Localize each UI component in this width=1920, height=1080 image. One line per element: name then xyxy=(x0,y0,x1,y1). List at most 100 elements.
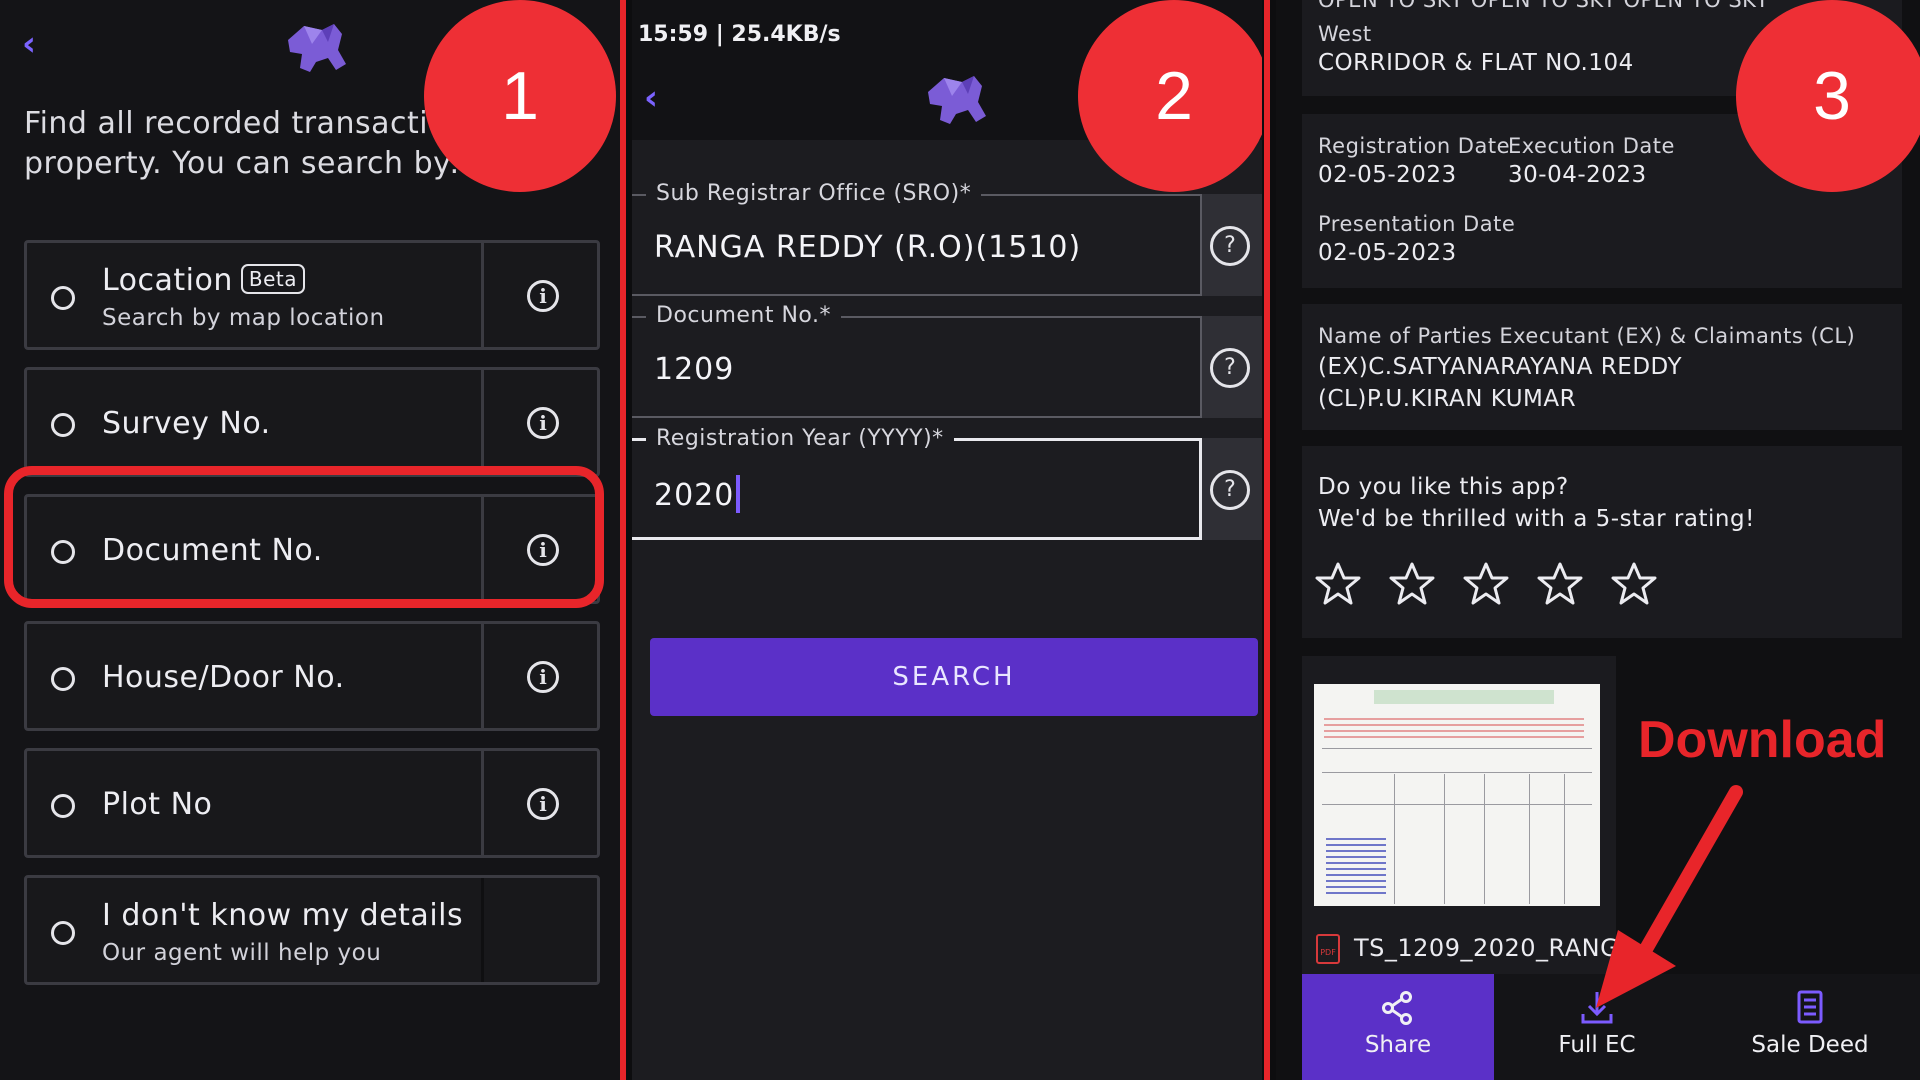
option-location-sub: Search by map location xyxy=(102,305,385,331)
elephant-logo-icon xyxy=(928,76,986,124)
registration-year-field[interactable]: Registration Year (YYYY)* 2020 xyxy=(632,426,1202,540)
divider xyxy=(481,370,484,474)
divider xyxy=(481,243,484,347)
thumbnail-line xyxy=(1322,748,1592,749)
option-house-door-no[interactable]: House/Door No. i xyxy=(24,621,600,731)
back-arrow-icon[interactable]: ‹ xyxy=(644,78,658,118)
divider xyxy=(620,0,626,1080)
status-bar-time: 15:59 | 25.4KB/s xyxy=(638,22,841,47)
document-no-label: Document No.* xyxy=(646,303,841,328)
thumbnail-column xyxy=(1444,774,1445,904)
parties-label: Name of Parties Executant (EX) & Claiman… xyxy=(1318,324,1856,348)
option-location-label: Location Beta xyxy=(102,263,306,298)
back-arrow-icon[interactable]: ‹ xyxy=(22,24,36,64)
document-icon xyxy=(1797,990,1823,1024)
info-icon[interactable]: i xyxy=(527,280,559,312)
execution-date-label: Execution Date xyxy=(1508,134,1675,158)
highlight-box xyxy=(4,466,604,608)
thumbnail-column xyxy=(1394,774,1395,904)
registration-year-help[interactable]: ? xyxy=(1202,438,1262,540)
thumbnail-column xyxy=(1529,774,1530,904)
address-line-2: CORRIDOR & FLAT NO.104 xyxy=(1318,50,1634,76)
full-ec-label: Full EC xyxy=(1558,1032,1636,1058)
step-badge-2: 2 xyxy=(1078,0,1262,192)
red-arrow-icon xyxy=(1596,785,1743,1008)
option-plot-label: Plot No xyxy=(102,787,213,822)
download-annotation: Download xyxy=(1638,711,1887,769)
party-executant: (EX)C.SATYANARAYANA REDDY xyxy=(1318,354,1683,380)
radio-agent-help[interactable] xyxy=(51,921,75,945)
info-icon[interactable]: i xyxy=(527,788,559,820)
divider xyxy=(1264,0,1270,1080)
thumbnail-blue-text xyxy=(1326,834,1386,894)
option-plot-no[interactable]: Plot No i xyxy=(24,748,600,858)
registration-date-label: Registration Date xyxy=(1318,134,1511,158)
share-icon xyxy=(1382,991,1412,1025)
sro-field[interactable]: Sub Registrar Office (SRO)* RANGA REDDY … xyxy=(632,181,1202,296)
radio-location[interactable] xyxy=(51,286,75,310)
option-location[interactable]: Location Beta Search by map location i xyxy=(24,240,600,350)
radio-house-door-no[interactable] xyxy=(51,667,75,691)
presentation-date-value: 02-05-2023 xyxy=(1318,240,1457,266)
thumbnail-column xyxy=(1564,774,1565,904)
open-to-sky-row: OPEN TO SKY OPEN TO SKY OPEN TO SKY xyxy=(1318,0,1770,12)
registration-year-value: 2020 xyxy=(654,475,741,513)
intro-text: Find all recorded transactions property.… xyxy=(24,106,483,181)
help-icon[interactable]: ? xyxy=(1210,226,1250,266)
sro-help[interactable]: ? xyxy=(1202,194,1262,296)
text-caret xyxy=(736,475,741,513)
thumbnail-line xyxy=(1322,804,1592,805)
option-survey-no[interactable]: Survey No. i xyxy=(24,367,600,477)
parties-card: Name of Parties Executant (EX) & Claiman… xyxy=(1302,304,1902,430)
thumbnail-header xyxy=(1374,690,1554,704)
sale-deed-label: Sale Deed xyxy=(1751,1032,1869,1058)
document-no-help[interactable]: ? xyxy=(1202,316,1262,418)
form-area: Sub Registrar Office (SRO)* RANGA REDDY … xyxy=(632,140,1262,1080)
share-tab[interactable]: Share xyxy=(1302,974,1494,1080)
rating-question: Do you like this app? xyxy=(1318,474,1569,500)
option-agent-help[interactable]: I don't know my details Our agent will h… xyxy=(24,875,600,985)
star-2-icon[interactable] xyxy=(1388,560,1436,608)
info-icon[interactable]: i xyxy=(527,407,559,439)
beta-badge: Beta xyxy=(240,264,306,294)
step-badge-1: 1 xyxy=(424,0,616,192)
option-survey-label: Survey No. xyxy=(102,406,271,441)
thumbnail-line xyxy=(1322,772,1592,773)
star-1-icon[interactable] xyxy=(1314,560,1362,608)
pdf-file-icon: PDF xyxy=(1316,934,1340,964)
sro-value: RANGA REDDY (R.O)(1510) xyxy=(654,230,1082,265)
help-icon[interactable]: ? xyxy=(1210,470,1250,510)
divider xyxy=(481,878,484,982)
elephant-logo-icon xyxy=(288,24,346,72)
share-label: Share xyxy=(1364,1032,1432,1058)
help-icon[interactable]: ? xyxy=(1210,348,1250,388)
document-thumbnail[interactable] xyxy=(1314,684,1600,906)
execution-date-value: 30-04-2023 xyxy=(1508,162,1647,188)
step-badge-3: 3 xyxy=(1736,0,1920,192)
document-no-field[interactable]: Document No.* 1209 xyxy=(632,303,1202,418)
registration-date-value: 02-05-2023 xyxy=(1318,162,1457,188)
party-claimant: (CL)P.U.KIRAN KUMAR xyxy=(1318,386,1577,412)
option-agent-label: I don't know my details xyxy=(102,898,464,933)
info-icon[interactable]: i xyxy=(527,661,559,693)
panel-search-options: ‹ Find all recorded transactions propert… xyxy=(0,0,620,1080)
panel-search-form: 15:59 | 25.4KB/s ‹ Sub Registrar Office … xyxy=(632,0,1262,1080)
option-house-label: House/Door No. xyxy=(102,660,345,695)
panel-results: OPEN TO SKY OPEN TO SKY OPEN TO SKY West… xyxy=(1276,0,1920,1080)
rating-card: Do you like this app? We'd be thrilled w… xyxy=(1302,446,1902,638)
divider xyxy=(481,751,484,855)
radio-plot-no[interactable] xyxy=(51,794,75,818)
star-5-icon[interactable] xyxy=(1610,560,1658,608)
search-button[interactable]: SEARCH xyxy=(650,638,1258,716)
divider xyxy=(481,624,484,728)
registration-year-label: Registration Year (YYYY)* xyxy=(646,426,954,451)
thumbnail-red-lines xyxy=(1324,714,1584,738)
thumbnail-column xyxy=(1484,774,1485,904)
address-line-1: West xyxy=(1318,22,1372,46)
radio-survey-no[interactable] xyxy=(51,413,75,437)
sro-label: Sub Registrar Office (SRO)* xyxy=(646,181,982,206)
star-4-icon[interactable] xyxy=(1536,560,1584,608)
star-3-icon[interactable] xyxy=(1462,560,1510,608)
document-no-value: 1209 xyxy=(654,352,735,387)
option-agent-sub: Our agent will help you xyxy=(102,940,382,966)
